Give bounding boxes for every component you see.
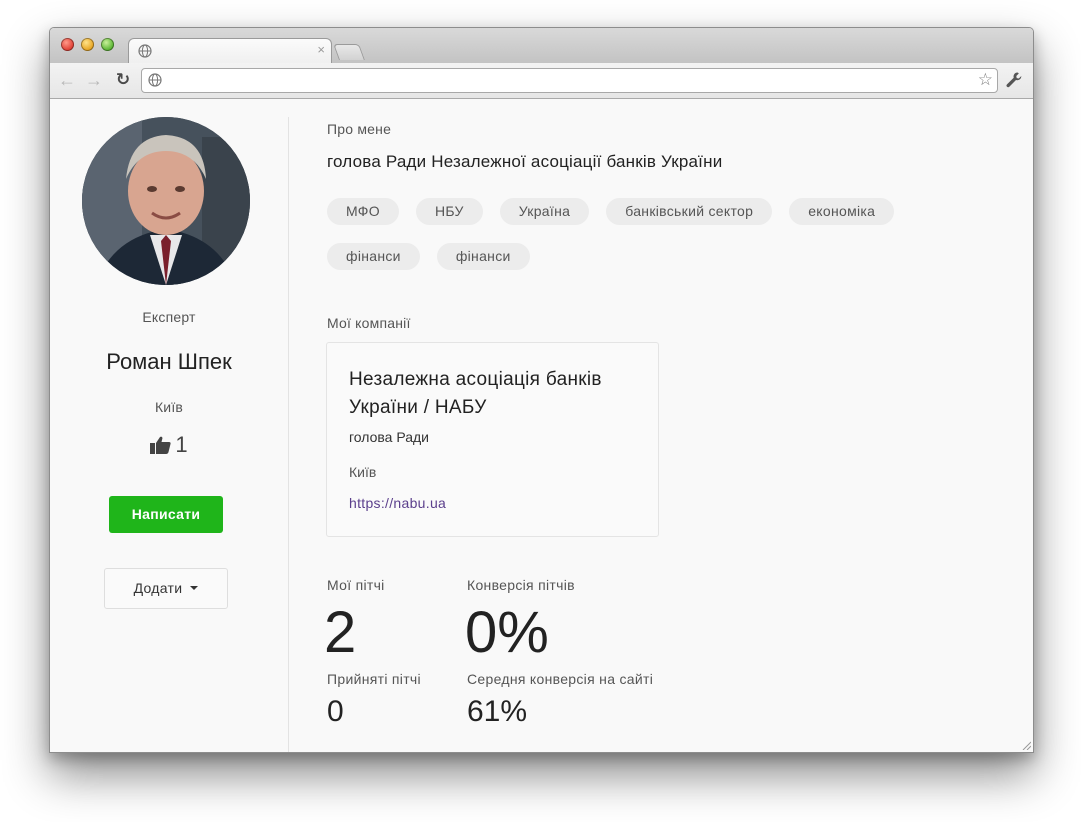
forward-arrow-icon[interactable]: → [84, 69, 104, 91]
avg-conversion-value: 61% [467, 695, 528, 728]
accepted-pitches-value: 0 [327, 695, 344, 728]
tag[interactable]: МФО [327, 198, 399, 225]
new-tab-button[interactable] [333, 44, 365, 60]
accepted-pitches-label: Прийняті пітчі [327, 671, 421, 687]
company-website-link[interactable]: https://nabu.ua [349, 495, 446, 511]
browser-tab[interactable]: × [128, 38, 332, 64]
company-role: голова Ради [349, 429, 429, 445]
write-button[interactable]: Написати [109, 496, 223, 533]
address-bar[interactable]: ☆ [141, 68, 998, 93]
maximize-window-button[interactable] [101, 38, 114, 51]
back-arrow-icon[interactable]: ← [57, 69, 77, 91]
likes-counter[interactable]: 1 [50, 432, 288, 458]
avatar-portrait [82, 117, 250, 285]
company-name: Незалежна асоціація банків України / НАБ… [349, 369, 602, 418]
companies-heading: Мої компанії [327, 315, 411, 331]
globe-icon [138, 44, 152, 58]
page-content: Експерт Роман Шпек Київ 1 Написати Додат… [50, 99, 1033, 752]
avatar [82, 117, 250, 285]
browser-toolbar: ← → ↻ ☆ [50, 63, 1033, 99]
globe-icon [148, 73, 162, 87]
tag[interactable]: банківський сектор [606, 198, 773, 225]
company-city: Київ [349, 464, 377, 480]
about-text: голова Ради Незалежної асоціації банків … [327, 152, 723, 171]
browser-window: × ← → ↻ ☆ Експерт Роман Шпек Київ 1 Напи… [49, 27, 1034, 753]
reload-icon[interactable]: ↻ [113, 69, 133, 91]
tag[interactable]: Україна [499, 198, 590, 225]
pitches-label: Мої пітчі [327, 577, 385, 593]
pitches-value: 2 [324, 600, 357, 665]
resize-grip-icon[interactable] [1021, 740, 1031, 750]
tag[interactable]: економіка [789, 198, 895, 225]
tag-list: МФО НБУ Україна банківський сектор економіка… [327, 198, 977, 288]
thumbs-up-icon [150, 436, 171, 454]
close-tab-icon[interactable]: × [317, 42, 325, 58]
tag[interactable]: фінанси [327, 243, 420, 270]
add-label: Додати [133, 580, 183, 596]
close-window-button[interactable] [61, 38, 74, 51]
minimize-window-button[interactable] [81, 38, 94, 51]
caret-down-icon [190, 586, 199, 590]
likes-count: 1 [175, 432, 188, 457]
company-card: Незалежна асоціація банків України / НАБ… [326, 342, 659, 537]
about-heading: Про мене [327, 121, 392, 137]
profile-city: Київ [154, 399, 184, 415]
add-dropdown-button[interactable]: Додати [104, 568, 228, 609]
conversion-value: 0% [465, 600, 549, 665]
profile-role: Експерт [142, 309, 196, 325]
conversion-label: Конверсія пітчів [467, 577, 575, 593]
profile-name: Роман Шпек [106, 349, 232, 374]
tag[interactable]: НБУ [415, 198, 483, 225]
bookmark-star-icon[interactable]: ☆ [978, 70, 993, 90]
tag[interactable]: фінанси [436, 243, 530, 270]
avg-conversion-label: Середня конверсія на сайті [467, 671, 654, 687]
tab-strip: × [50, 28, 1033, 64]
wrench-icon[interactable] [1005, 71, 1023, 89]
column-divider [288, 117, 289, 752]
